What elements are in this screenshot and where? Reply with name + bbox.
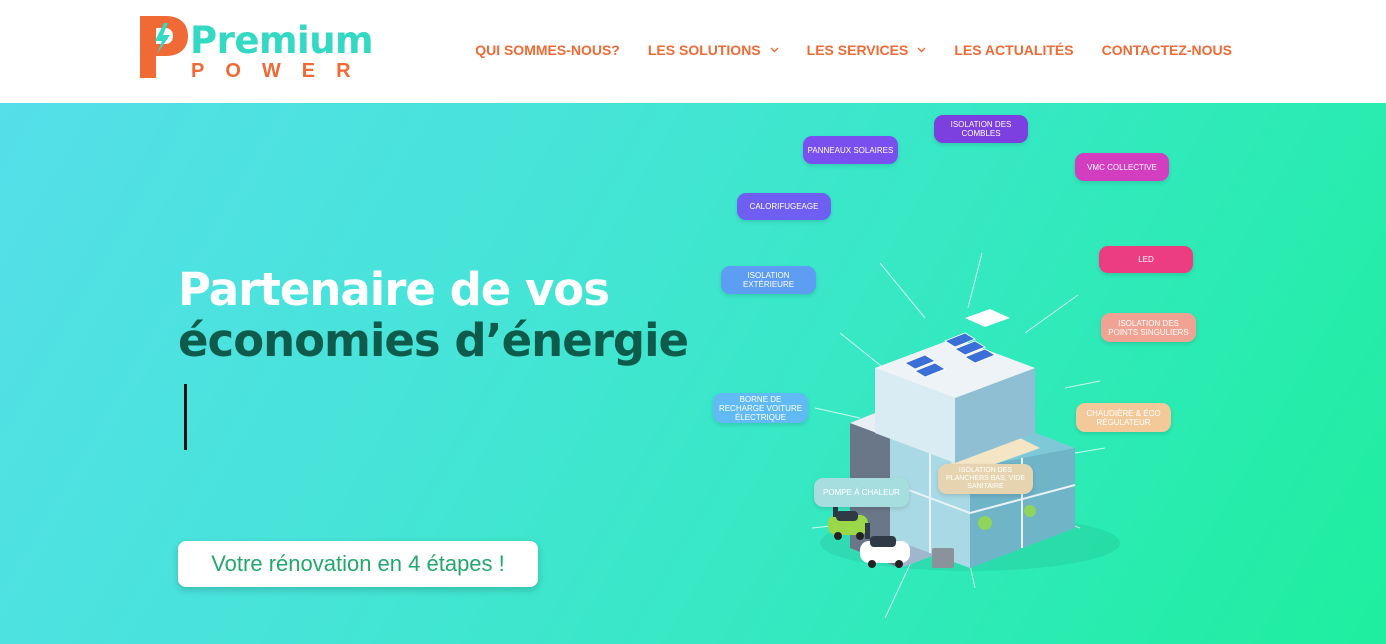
nav-item-les-actualites[interactable]: LES ACTUALITÉS	[954, 42, 1073, 58]
nav-item-label: LES SERVICES	[806, 42, 909, 58]
nav-item-label: LES SOLUTIONS	[647, 42, 761, 58]
site-header: Premium POWER QUI SOMMES-NOUS? LES SOLUT…	[0, 0, 1386, 103]
chevron-down-icon	[770, 47, 779, 53]
hero-title-line1: Partenaire de vos	[178, 263, 610, 316]
renovation-steps-button[interactable]: Votre rénovation en 4 étapes !	[178, 541, 538, 587]
typing-cursor	[184, 384, 187, 450]
nav-item-contactez-nous[interactable]: CONTACTEZ-NOUS	[1102, 42, 1232, 58]
tag-pompe-chaleur[interactable]: POMPE À CHALEUR	[814, 478, 909, 507]
hero-title-line2: économies d’énergie	[178, 314, 689, 367]
building-energy-illustration: PANNEAUX SOLAIRES ISOLATION DES COMBLES …	[700, 115, 1220, 644]
tag-led[interactable]: LED	[1099, 246, 1193, 273]
tag-vmc-collective[interactable]: VMC COLLECTIVE	[1075, 153, 1169, 181]
nav-item-les-services[interactable]: LES SERVICES	[807, 42, 927, 58]
tag-isolation-planchers[interactable]: ISOLATION DES PLANCHERS BAS, VIDE SANITA…	[938, 464, 1033, 494]
tag-panneaux-solaires[interactable]: PANNEAUX SOLAIRES	[803, 136, 898, 164]
logo-word-power: POWER	[191, 60, 372, 82]
tag-calorifugeage[interactable]: CALORIFUGEAGE	[737, 193, 831, 220]
logo-word-premium: Premium	[190, 19, 374, 62]
main-navigation: QUI SOMMES-NOUS? LES SOLUTIONS LES SERVI…	[447, 40, 1232, 60]
tag-isolation-points-singuliers[interactable]: ISOLATION DES POINTS SINGULIERS	[1101, 313, 1196, 342]
nav-item-label: LES ACTUALITÉS	[954, 42, 1074, 58]
logo-p-mark-icon	[140, 16, 188, 78]
nav-item-label: QUI SOMMES-NOUS?	[475, 42, 620, 58]
tag-isolation-exterieure[interactable]: ISOLATION EXTÉRIEURE	[721, 266, 816, 294]
chevron-down-icon	[917, 47, 926, 53]
nav-item-qui-sommes-nous[interactable]: QUI SOMMES-NOUS?	[475, 42, 620, 58]
tag-borne-recharge[interactable]: BORNE DE RECHARGE VOITURE ÉLECTRIQUE	[713, 393, 808, 423]
nav-item-les-solutions[interactable]: LES SOLUTIONS	[648, 42, 779, 58]
tag-chaudiere-eco-regulateur[interactable]: CHAUDIÈRE & ÉCO RÉGULATEUR	[1076, 403, 1171, 432]
tag-isolation-combles[interactable]: ISOLATION DES COMBLES	[934, 115, 1028, 143]
premium-power-logo[interactable]: Premium POWER	[140, 14, 375, 86]
hero-section: Partenaire de vos économies d’énergie Vo…	[0, 103, 1386, 644]
nav-item-label: CONTACTEZ-NOUS	[1101, 42, 1232, 58]
